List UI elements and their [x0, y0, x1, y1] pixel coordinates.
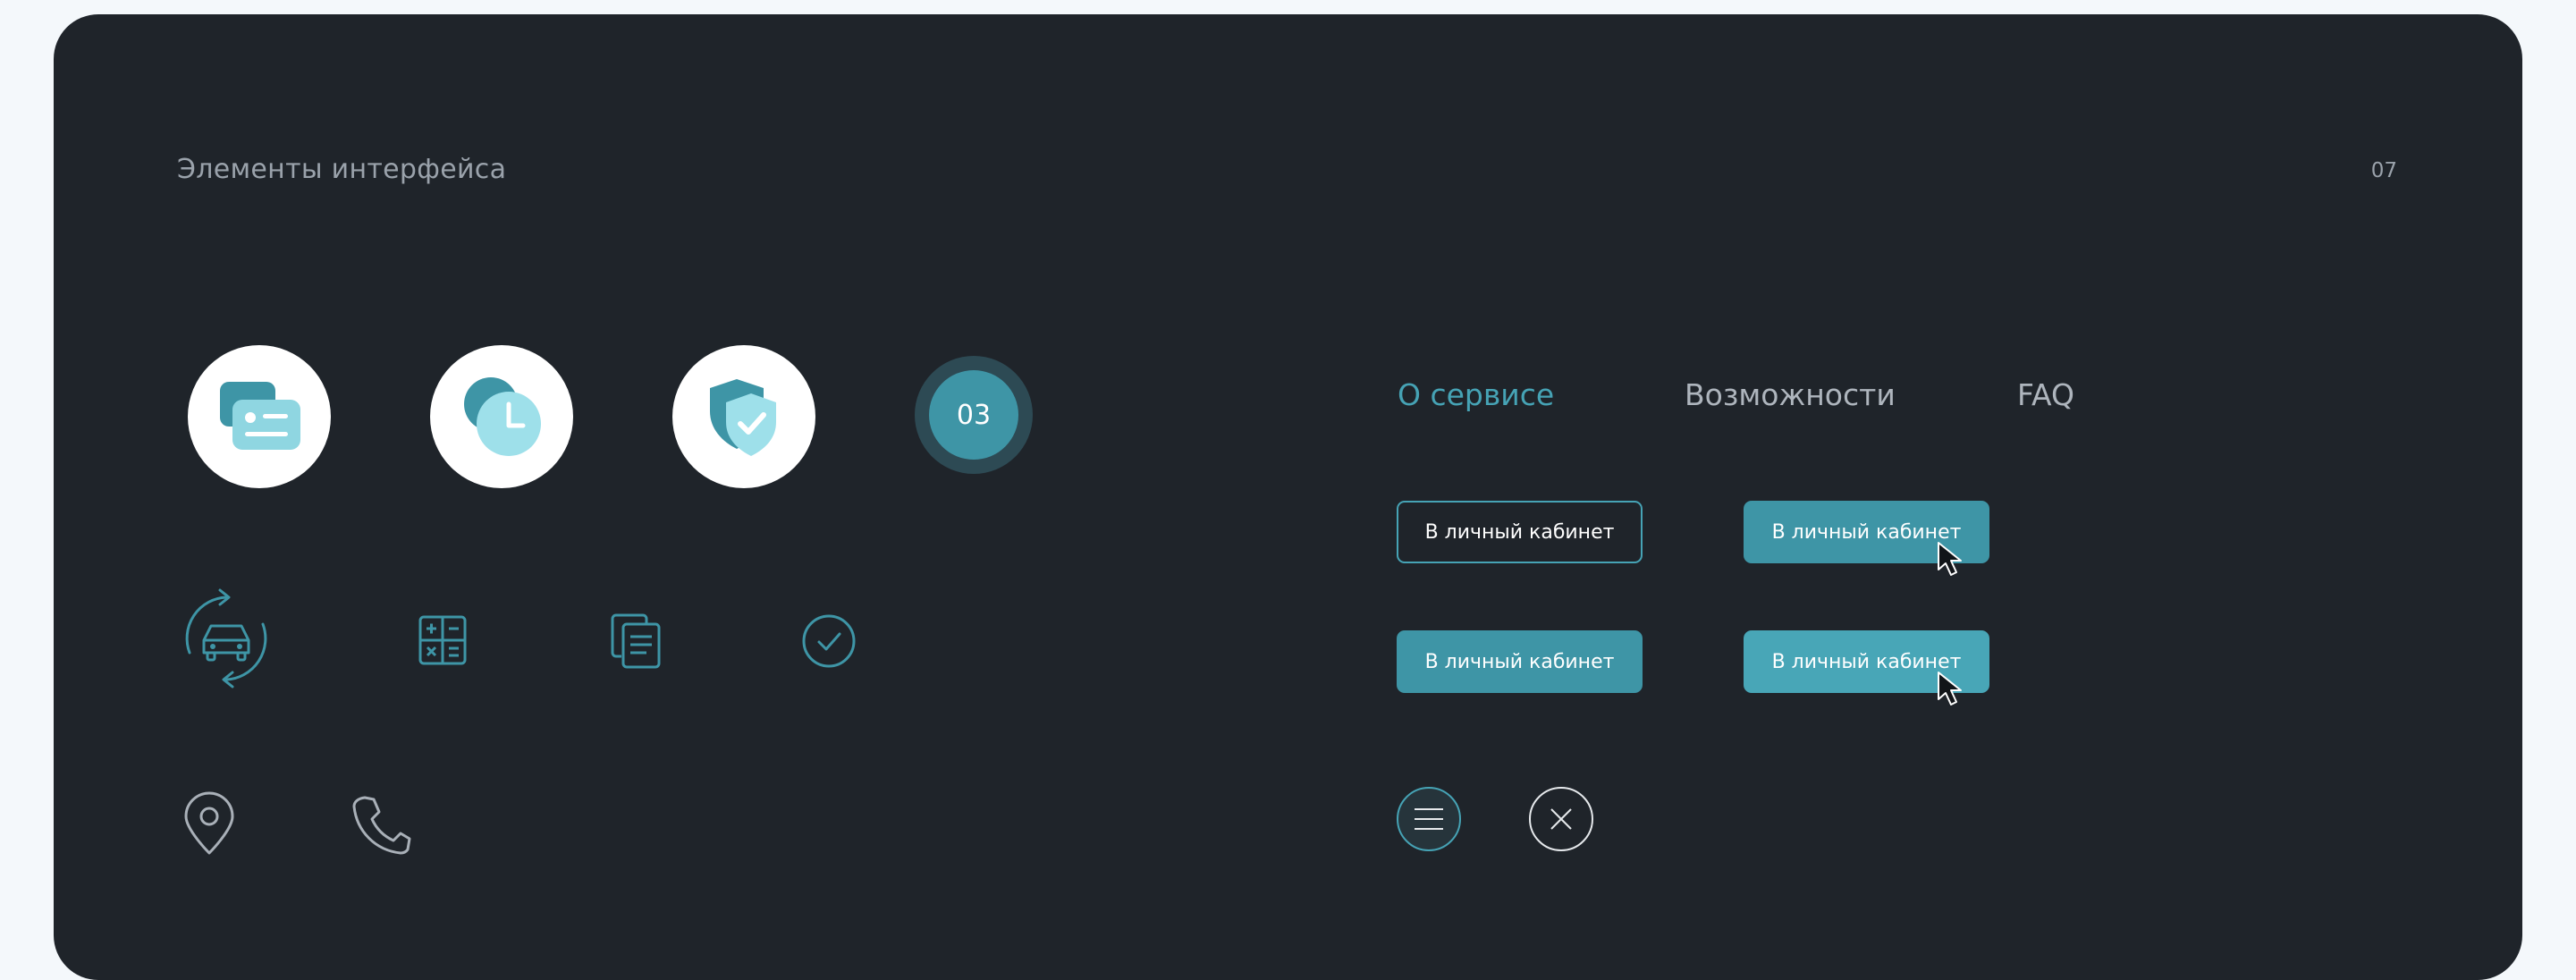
check-circle-icon: [802, 614, 856, 668]
tab-faq[interactable]: FAQ: [2017, 377, 2074, 412]
documents-icon: [611, 613, 661, 669]
location-pin-icon: [184, 791, 234, 855]
calculator-icon: [418, 615, 467, 665]
tab-about[interactable]: О сервисе: [1398, 377, 1554, 412]
close-icon: [1550, 808, 1572, 830]
menu-icon: [1415, 808, 1443, 830]
shield-check-icon: [710, 379, 776, 456]
phone-icon: [352, 796, 411, 855]
feature-icon-time: [430, 345, 573, 488]
step-number: 03: [929, 370, 1018, 460]
ui-kit-panel: Элементы интерфейса 07 03 О сервисе Возм…: [54, 14, 2522, 980]
section-title: Элементы интерфейса: [177, 154, 507, 185]
account-button-filled[interactable]: В личный кабинет: [1397, 630, 1643, 693]
clock-icon: [464, 377, 541, 456]
id-card-icon: [220, 382, 300, 450]
car-refresh-icon: [185, 588, 267, 689]
close-button[interactable]: [1529, 787, 1593, 851]
cursor-icon: [1938, 542, 1962, 576]
menu-button[interactable]: [1397, 787, 1461, 851]
cursor-icon: [1938, 672, 1962, 705]
feature-icon-card: [188, 345, 331, 488]
feature-icon-protection: [672, 345, 815, 488]
page-number: 07: [2370, 159, 2397, 182]
account-button-outline[interactable]: В личный кабинет: [1397, 501, 1643, 563]
tab-features[interactable]: Возможности: [1685, 377, 1896, 412]
step-badge: 03: [915, 356, 1033, 474]
